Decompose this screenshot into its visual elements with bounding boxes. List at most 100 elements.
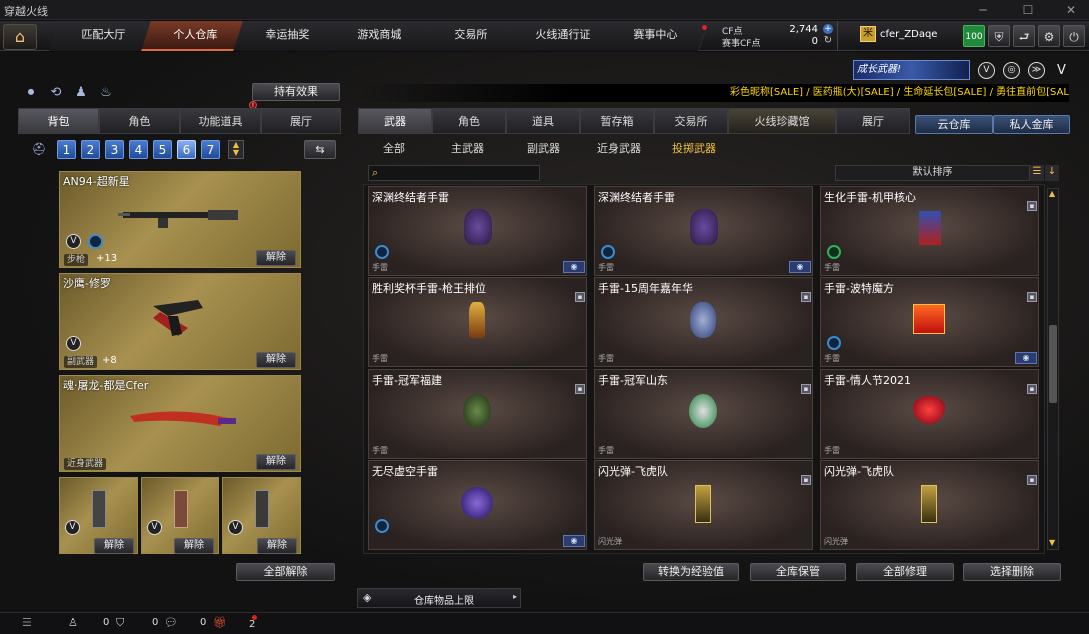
preview-icon[interactable]: ◉ xyxy=(789,261,811,273)
scroll-down-icon[interactable]: ▼ xyxy=(1049,538,1057,548)
unequip-button[interactable]: 解除 xyxy=(256,250,296,266)
tab-function-items[interactable]: 功能道具 xyxy=(180,108,261,134)
subtab-secondary[interactable]: 副武器 xyxy=(527,140,560,155)
bag-icon[interactable]: ♨ xyxy=(98,85,114,101)
minimize-icon[interactable]: ─ xyxy=(968,1,998,19)
item-card[interactable]: 手雷-冠军福建 ▪ 手雷 xyxy=(368,369,587,459)
gear-icon[interactable]: ⚙ xyxy=(1038,25,1060,47)
preview-icon[interactable]: ◉ xyxy=(563,535,585,547)
growth-weapon-banner[interactable]: 成长武器! xyxy=(853,60,970,80)
v-icon[interactable]: V xyxy=(978,62,995,79)
chat-icon[interactable]: 💬︎ xyxy=(164,616,178,629)
item-card[interactable]: 手雷-15周年嘉年华 ▪ 手雷 xyxy=(594,277,813,367)
held-effect-button[interactable]: 持有效果 xyxy=(252,83,340,101)
item-card[interactable]: 闪光弹-飞虎队 ▪ 闪光弹 xyxy=(820,460,1039,550)
wings-icon[interactable]: ≫ xyxy=(1028,62,1045,79)
tab-collection[interactable]: 火线珍藏馆 xyxy=(728,108,836,134)
item-card[interactable]: 生化手雷-机甲核心 ▪ 手雷 xyxy=(820,186,1039,276)
tab-event-center[interactable]: 赛事中心 xyxy=(601,21,709,51)
page-5[interactable]: 5 xyxy=(153,140,172,159)
tab-personal-storage[interactable]: 个人仓库 xyxy=(141,21,249,51)
select-delete-button[interactable]: 选择删除 xyxy=(963,563,1061,581)
shield-icon[interactable]: ⛨ xyxy=(988,25,1010,47)
rank-v-icon[interactable]: V xyxy=(1053,62,1070,79)
page-1[interactable]: 1 xyxy=(57,140,76,159)
unequip-button[interactable]: 解除 xyxy=(256,454,296,470)
friends-icon[interactable]: ♙ xyxy=(68,616,78,629)
item-card[interactable]: 深渊终结者手雷 手雷 ◉ xyxy=(368,186,587,276)
menu-icon[interactable]: ☰ xyxy=(22,616,32,629)
level-badge[interactable]: 100 xyxy=(963,25,985,47)
scroll-up-icon[interactable]: ▲ xyxy=(1049,189,1057,199)
username[interactable]: cfer_ZDaqe xyxy=(880,29,937,40)
character-icon[interactable]: ♟ xyxy=(73,85,89,101)
list-icon[interactable]: ☰ xyxy=(1030,165,1044,181)
equipped-card[interactable]: AN94-超新星 V 步枪 +13 解除 xyxy=(59,171,301,268)
subtab-throwing[interactable]: 投掷武器 xyxy=(672,140,716,155)
refresh-icon[interactable]: ↻ xyxy=(823,36,833,46)
tab-trade[interactable]: 交易所 xyxy=(654,108,728,134)
grenade-slot[interactable]: V 解除 xyxy=(59,477,138,554)
item-card[interactable]: 手雷-情人节2021 ▪ 手雷 xyxy=(820,369,1039,459)
tab-game-shop[interactable]: 游戏商城 xyxy=(325,21,433,51)
unequip-button[interactable]: 解除 xyxy=(174,538,214,554)
grenade-slot[interactable]: V 解除 xyxy=(141,477,219,554)
maximize-icon[interactable]: ☐ xyxy=(1013,1,1043,19)
cycle-icon[interactable]: ⟲ xyxy=(48,85,64,101)
clan-icon[interactable]: ⛉ xyxy=(116,616,124,630)
scroll-thumb[interactable] xyxy=(1049,325,1057,403)
transfer-icon[interactable]: ⇆ xyxy=(304,140,336,159)
page-6[interactable]: 6 xyxy=(177,140,196,159)
tab-backpack[interactable]: 背包 xyxy=(18,108,99,134)
tab-character[interactable]: 角色 xyxy=(99,108,180,134)
power-icon[interactable]: ⏻ xyxy=(1063,25,1085,47)
preview-icon[interactable]: ◉ xyxy=(1015,352,1037,364)
helmet-icon[interactable]: ⛑ xyxy=(31,142,47,158)
tab-showroom-left[interactable]: 展厅 xyxy=(261,108,341,134)
search-input[interactable]: ⌕ xyxy=(368,165,540,181)
home-icon[interactable]: ⌂ xyxy=(3,24,37,50)
ranking-icon[interactable]: ⏺ xyxy=(23,85,39,101)
cloud-storage-button[interactable]: 云仓库 xyxy=(915,115,993,134)
add-icon[interactable]: + xyxy=(823,24,833,34)
subtab-primary[interactable]: 主武器 xyxy=(451,140,484,155)
grenade-slot[interactable]: V 解除 xyxy=(222,477,301,554)
equipped-card[interactable]: 沙鹰-修罗 V 副武器 +8 解除 xyxy=(59,273,301,370)
private-vault-button[interactable]: 私人金库 xyxy=(993,115,1070,134)
tab-temp-box[interactable]: 暂存箱 xyxy=(580,108,654,134)
subtab-melee[interactable]: 近身武器 xyxy=(597,140,641,155)
tab-showroom[interactable]: 展厅 xyxy=(836,108,910,134)
page-2[interactable]: 2 xyxy=(81,140,100,159)
target-icon[interactable]: ◎ xyxy=(1003,62,1020,79)
page-4[interactable]: 4 xyxy=(129,140,148,159)
repair-all-button[interactable]: 全部修理 xyxy=(856,563,954,581)
tab-lucky-draw[interactable]: 幸运抽奖 xyxy=(233,21,341,51)
item-card[interactable]: 手雷-冠军山东 ▪ 手雷 xyxy=(594,369,813,459)
tab-props[interactable]: 道具 xyxy=(506,108,580,134)
tab-exchange[interactable]: 交易所 xyxy=(417,21,525,51)
convert-exp-button[interactable]: 转换为经验值 xyxy=(643,563,739,581)
scrollbar[interactable]: ▲ ▼ xyxy=(1047,188,1059,550)
tab-weapon[interactable]: 武器 xyxy=(358,108,432,134)
subtab-all[interactable]: 全部 xyxy=(383,140,405,155)
page-stepper-icon[interactable]: ▲ ▼ xyxy=(228,140,244,159)
store-all-button[interactable]: 全库保管 xyxy=(750,563,846,581)
item-card[interactable]: 闪光弹-飞虎队 ▪ 闪光弹 xyxy=(594,460,813,550)
item-card[interactable]: 无尽虚空手雷 ◉ xyxy=(368,460,587,550)
unequip-button[interactable]: 解除 xyxy=(257,538,297,554)
exit-room-icon[interactable]: ⮐ xyxy=(1013,25,1035,47)
item-card[interactable]: 胜利奖杯手雷-枪王排位 ▪ 手雷 xyxy=(368,277,587,367)
item-card[interactable]: 深渊终结者手雷 手雷 ◉ xyxy=(594,186,813,276)
equipped-card[interactable]: 魂·屠龙-都是Cfer 近身武器 解除 xyxy=(59,375,301,472)
sort-select[interactable]: 默认排序 xyxy=(835,165,1030,181)
unequip-button[interactable]: 解除 xyxy=(94,538,134,554)
tab-role[interactable]: 角色 xyxy=(432,108,506,134)
storage-limit-bar[interactable]: ◈ 仓库物品上限 ▸ xyxy=(357,588,521,608)
item-card[interactable]: 手雷-波特魔方 ▪ 手雷 ◉ xyxy=(820,277,1039,367)
release-all-button[interactable]: 全部解除 xyxy=(236,563,335,581)
unequip-button[interactable]: 解除 xyxy=(256,352,296,368)
close-icon[interactable]: ✕ xyxy=(1056,1,1086,19)
page-7[interactable]: 7 xyxy=(201,140,220,159)
tab-match-lobby[interactable]: 匹配大厅 xyxy=(49,21,157,51)
page-3[interactable]: 3 xyxy=(105,140,124,159)
